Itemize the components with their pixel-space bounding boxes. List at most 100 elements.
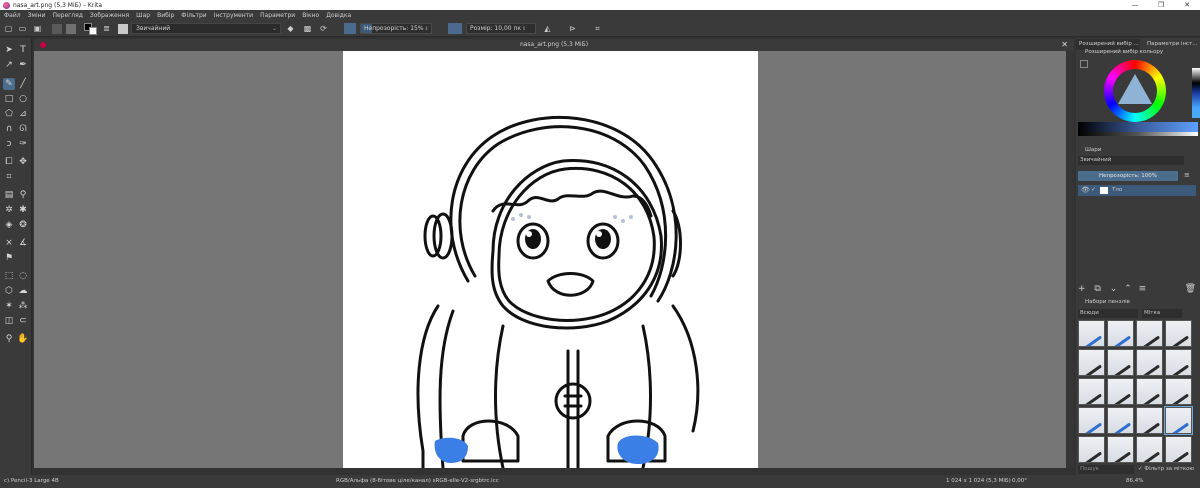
rect-selection-tool-icon[interactable]: ⬚ [3, 270, 15, 282]
color-picker-tool-icon[interactable]: ⚲ [17, 189, 29, 201]
brush-settings-icon[interactable]: ≣ [101, 23, 112, 34]
brush-preset[interactable] [1136, 349, 1163, 376]
color-triangle[interactable] [1118, 74, 1152, 104]
brush-preset[interactable] [1165, 320, 1192, 347]
layer-name[interactable]: Тло [1112, 187, 1122, 193]
mirror-vertical-icon[interactable]: ⊳ [567, 23, 578, 34]
brush-preset[interactable] [1136, 407, 1163, 434]
rectangle-tool-icon[interactable]: □ [3, 93, 15, 105]
brush-preset[interactable] [1107, 349, 1134, 376]
mirror-horizontal-icon[interactable]: ◭ [542, 23, 553, 34]
duplicate-layer-icon[interactable]: ⧉ [1094, 284, 1100, 294]
color-slider[interactable] [1078, 122, 1198, 132]
contiguous-selection-tool-icon[interactable]: ✶ [3, 300, 15, 312]
brush-preset[interactable] [1078, 407, 1105, 434]
properties-icon[interactable]: ≡ [1139, 284, 1147, 294]
new-document-icon[interactable]: ▢ [3, 23, 14, 34]
zoom-status[interactable]: 86,4% [1126, 478, 1143, 484]
fg-bg-color-swatch[interactable] [84, 23, 98, 35]
blend-mode-select[interactable]: Звичайний ⌄ [131, 23, 281, 34]
magnetic-selection-tool-icon[interactable]: ⊂ [17, 315, 29, 327]
colorize-mask-tool-icon[interactable]: ✲ [3, 204, 15, 216]
pattern-swatch[interactable] [66, 24, 76, 34]
value-slider[interactable] [1078, 132, 1198, 136]
brush-preset[interactable] [1136, 436, 1163, 463]
brush-search-input[interactable]: Пошук [1078, 465, 1134, 474]
color-history-strip[interactable] [1192, 68, 1200, 118]
menu-filters[interactable]: Фільтри [181, 12, 206, 19]
dynamic-brush-tool-icon[interactable]: ↄ [3, 138, 15, 150]
brush-preset[interactable] [1078, 320, 1105, 347]
menu-select[interactable]: Вибір [157, 12, 174, 19]
save-document-icon[interactable]: ▣ [32, 23, 43, 34]
maximize-button[interactable]: ❐ [1148, 0, 1174, 10]
bezier-tool-icon[interactable]: ∩ [3, 123, 15, 135]
menu-view[interactable]: Перегляд [52, 12, 82, 19]
current-brush-status[interactable]: c) Pencil-3 Large 4B [4, 478, 59, 484]
line-tool-icon[interactable]: ╱ [17, 78, 29, 90]
freehand-brush-tool-icon[interactable]: ✎ [3, 78, 15, 90]
reference-images-tool-icon[interactable]: ⚑ [3, 252, 15, 264]
eraser-mode-icon[interactable]: ◆ [285, 23, 296, 34]
document-tab-title[interactable]: nasa_art.png (5,3 МіБ) [34, 39, 1074, 51]
select-shapes-tool-icon[interactable]: ➤ [3, 44, 15, 56]
similar-selection-tool-icon[interactable]: ⁂ [17, 300, 29, 312]
canvas-area[interactable] [34, 51, 1074, 468]
transform-tool-icon[interactable]: ⧠ [3, 156, 15, 168]
brush-preset[interactable] [1107, 436, 1134, 463]
brush-preset[interactable] [1165, 349, 1192, 376]
menu-file[interactable]: Файл [4, 12, 21, 19]
brush-preset[interactable] [1107, 378, 1134, 405]
fill-tool-icon[interactable]: ◈ [3, 219, 15, 231]
menu-window[interactable]: Вікно [302, 12, 319, 19]
visibility-eye-icon[interactable]: 👁 [1081, 186, 1090, 194]
brush-preset[interactable] [1107, 320, 1134, 347]
pattern-edit-tool-icon[interactable]: ❂ [17, 219, 29, 231]
close-window-button[interactable]: ✕ [1174, 0, 1200, 10]
crop-tool-icon[interactable]: ⌗ [3, 171, 15, 183]
brush-preset[interactable] [1136, 378, 1163, 405]
move-down-icon[interactable]: ⌄ [1110, 284, 1118, 294]
brush-preset[interactable] [1078, 349, 1105, 376]
layer-row[interactable]: 👁 ✓ Тло [1078, 185, 1196, 196]
ellipse-selection-tool-icon[interactable]: ◌ [17, 270, 29, 282]
multibrush-tool-icon[interactable]: ✑ [17, 138, 29, 150]
menu-tools[interactable]: Інструменти [214, 12, 253, 19]
zoom-tool-icon[interactable]: ⚲ [3, 333, 15, 345]
layers-blend-mode[interactable]: Звичайний [1078, 156, 1184, 165]
brush-preset[interactable] [1107, 407, 1134, 434]
brush-filter-select[interactable]: Всюди [1078, 309, 1138, 318]
menu-help[interactable]: Довідка [326, 12, 351, 19]
color-settings-icon[interactable] [1080, 60, 1088, 68]
freehand-path-tool-icon[interactable]: ᘏ [17, 123, 29, 135]
polygon-tool-icon[interactable]: ⬠ [3, 108, 15, 120]
delete-layer-icon[interactable]: 🗑 [1185, 284, 1196, 294]
brush-preset[interactable] [1078, 436, 1105, 463]
measure-tool-icon[interactable]: ∡ [17, 237, 29, 249]
close-document-button[interactable]: ✕ [1061, 39, 1068, 51]
edit-shapes-tool-icon[interactable]: ↗ [3, 59, 15, 71]
gradient-swatch[interactable] [52, 24, 62, 34]
background-color[interactable] [89, 27, 97, 35]
brush-preset-thumbnail[interactable] [118, 24, 128, 34]
pan-tool-icon[interactable]: ✋ [17, 333, 29, 345]
size-slider[interactable]: Розмір: 10,00 пк ⇕ [466, 23, 536, 34]
drawing-canvas[interactable] [343, 51, 758, 468]
filter-by-tag-checkbox[interactable]: ✓ Фільтр за міткою [1138, 465, 1194, 474]
calligraphy-tool-icon[interactable]: ✒ [17, 59, 29, 71]
text-tool-icon[interactable]: T [17, 44, 29, 56]
checkmark-icon[interactable]: ✓ [1091, 186, 1096, 193]
gradient-tool-icon[interactable]: ▤ [3, 189, 15, 201]
add-layer-icon[interactable]: + [1078, 284, 1086, 294]
brush-preset-selected[interactable] [1164, 406, 1193, 435]
polyline-tool-icon[interactable]: ⊿ [17, 108, 29, 120]
brush-tag-select[interactable]: Мітка [1142, 309, 1182, 318]
canvas-vertical-scrollbar[interactable] [1066, 51, 1074, 468]
smart-patch-tool-icon[interactable]: ✱ [17, 204, 29, 216]
opacity-slider[interactable]: Непрозорість: 15% ⇕ [360, 23, 432, 34]
move-up-icon[interactable]: ⌃ [1124, 284, 1132, 294]
preserve-alpha-icon[interactable]: ▩ [302, 23, 313, 34]
menu-settings[interactable]: Параметри [260, 12, 295, 19]
minimize-button[interactable]: — [1122, 0, 1148, 10]
layer-filter-icon[interactable]: ≡ [1184, 171, 1190, 179]
